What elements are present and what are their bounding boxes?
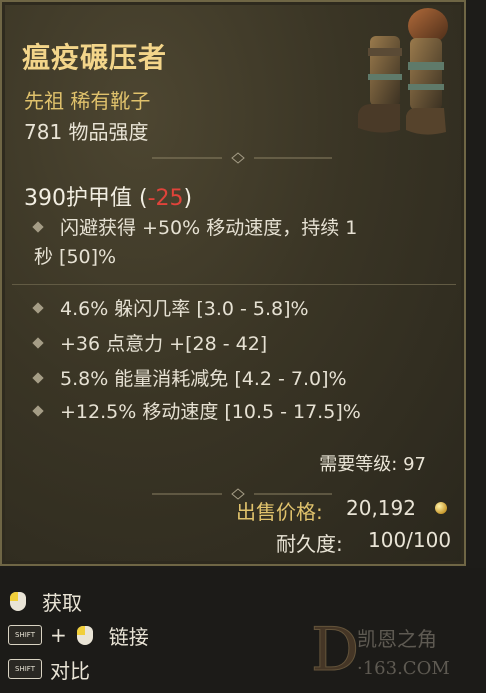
affix-stat: 5.8% 能量消耗减免 [4.2 - 7.0]% bbox=[24, 365, 444, 394]
required-level: 需要等级: 97 bbox=[319, 454, 426, 475]
armor-value: 390护甲值 bbox=[24, 186, 132, 211]
gold-coin-icon bbox=[435, 502, 447, 514]
implicit-stat-wrap: 秒 [50]% bbox=[34, 246, 117, 268]
bullet-icon bbox=[32, 404, 44, 417]
separator bbox=[12, 284, 456, 285]
hint-link-label: 链接 bbox=[108, 624, 149, 649]
hint-link[interactable]: SHIFT + 链接 bbox=[8, 620, 149, 650]
implicit-stat: 闪避获得 +50% 移动速度，持续 1 秒 [50]% bbox=[24, 214, 444, 272]
bullet-icon bbox=[32, 336, 44, 349]
sell-price-label: 出售价格: bbox=[236, 500, 323, 524]
hint-acquire-label: 获取 bbox=[42, 590, 82, 615]
item-tooltip: 瘟疫碾压者 先祖 稀有靴子 781 物品强度 390护甲值 (-25) 闪避获得… bbox=[0, 0, 466, 566]
armor-line: 390护甲值 (-25) bbox=[24, 186, 193, 211]
bullet-icon bbox=[32, 301, 44, 314]
item-rarity: 先祖 稀有靴子 bbox=[24, 89, 151, 113]
mouse-left-icon bbox=[8, 590, 28, 612]
armor-delta: -25 bbox=[147, 186, 184, 211]
mouse-left-icon bbox=[75, 624, 95, 646]
plus-icon: + bbox=[50, 623, 67, 647]
shift-key-icon: SHIFT bbox=[8, 659, 42, 679]
bullet-icon bbox=[32, 220, 44, 233]
boots-icon bbox=[358, 8, 448, 135]
svg-text:·163.COM: ·163.COM bbox=[357, 658, 450, 679]
bullet-icon bbox=[32, 371, 44, 384]
svg-text:凯恩之角: 凯恩之角 bbox=[357, 627, 437, 651]
sell-price-value: 20,192 bbox=[346, 496, 416, 520]
hint-acquire[interactable]: 获取 bbox=[8, 586, 82, 616]
hint-compare[interactable]: SHIFT 对比 bbox=[8, 654, 90, 684]
shift-key-icon: SHIFT bbox=[8, 625, 42, 645]
item-name: 瘟疫碾压者 bbox=[22, 41, 168, 74]
item-power: 781 物品强度 bbox=[24, 120, 149, 144]
section-divider bbox=[152, 152, 332, 164]
affix-stat: 4.6% 躲闪几率 [3.0 - 5.8]% bbox=[24, 295, 444, 324]
site-watermark-logo: D 凯恩之角 ·163.COM bbox=[311, 615, 450, 686]
affix-stat: +12.5% 移动速度 [10.5 - 17.5]% bbox=[24, 398, 444, 427]
durability-value: 100/100 bbox=[368, 528, 452, 552]
svg-text:D: D bbox=[311, 615, 359, 685]
durability-label: 耐久度: bbox=[276, 532, 343, 556]
affix-stat: +36 点意力 +[28 - 42] bbox=[24, 330, 444, 359]
hint-compare-label: 对比 bbox=[50, 658, 90, 683]
